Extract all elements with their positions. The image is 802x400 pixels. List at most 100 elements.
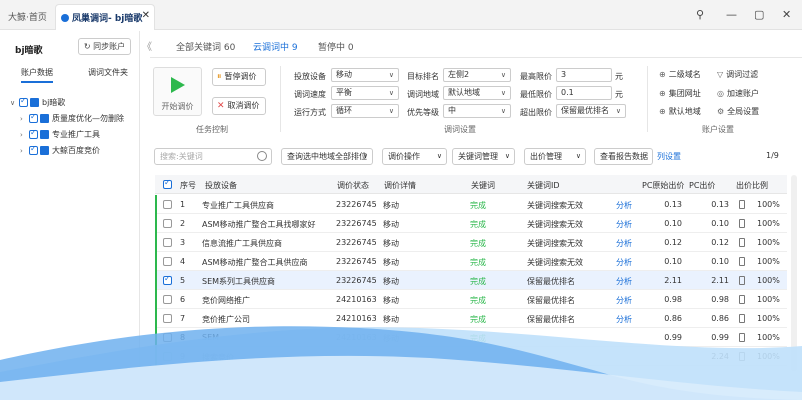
row-checkbox[interactable]: [163, 238, 172, 247]
row-checkbox[interactable]: [163, 257, 172, 266]
row-checkbox[interactable]: [163, 295, 172, 304]
subdomain-button[interactable]: ⊕ 二级域名: [659, 69, 701, 80]
accelerate-account-button[interactable]: ◎ 加速账户: [717, 88, 759, 99]
table-row[interactable]: 1 专业推广工具供应商 232267458 移动 完成 关键词搜索无效 分析 0.13 0.13…: [155, 195, 787, 214]
column-header[interactable]: 关键词: [471, 180, 495, 191]
cell-link[interactable]: 分析: [616, 276, 632, 287]
device-select[interactable]: 移动 ∨: [331, 68, 399, 82]
table-row[interactable]: 3 信息流推广工具供应商 232267458 移动 完成 关键词搜索无效 分析 0.12 0.1…: [155, 233, 787, 252]
table-row[interactable]: 4 ASM移动推广整合工具供应商 232267458 移动 完成 关键词搜索无效 分析 0.1…: [155, 252, 787, 271]
tab-home[interactable]: 大鲸·首页: [8, 10, 47, 23]
collapse-sidebar-icon[interactable]: 《: [142, 38, 152, 53]
cell-pc: 0.10: [711, 257, 729, 266]
cell-link[interactable]: 分析: [616, 257, 632, 268]
cell-device: 信息流推广工具供应商: [202, 239, 282, 248]
column-settings-link[interactable]: 列设置: [657, 151, 681, 162]
mobile-device-icon: [739, 352, 745, 363]
column-header[interactable]: 序号: [180, 180, 196, 191]
checkbox[interactable]: [29, 128, 38, 139]
pause-adjust-button[interactable]: ⏸ 暂停调价: [212, 68, 266, 86]
tab-cloud-adjusting[interactable]: 云调词中 9: [253, 40, 298, 53]
max-price-input[interactable]: 3: [556, 68, 612, 82]
region-select[interactable]: 默认地域 ∨: [443, 86, 511, 100]
checkbox[interactable]: [29, 144, 38, 155]
mobile-device-icon: [739, 333, 745, 344]
column-header[interactable]: 调价详情: [384, 180, 416, 191]
close-tab-icon[interactable]: ✕: [142, 10, 150, 21]
select-all-checkbox[interactable]: [163, 178, 172, 189]
column-header[interactable]: 关键词ID: [527, 180, 560, 191]
sync-account-button[interactable]: ↻ 同步账户: [78, 38, 131, 55]
cell-pc: 2.11: [711, 276, 729, 285]
cell-link[interactable]: 分析: [616, 200, 632, 211]
chevron-right-icon[interactable]: ›: [20, 115, 29, 123]
row-checkbox[interactable]: [163, 314, 172, 323]
cancel-adjust-button[interactable]: ✕ 取消调价: [212, 97, 266, 115]
tree-item-plan[interactable]: › 质量度优化—勿删除: [20, 112, 124, 127]
maximize-icon[interactable]: ▢: [754, 8, 764, 21]
tab-all-keywords[interactable]: 全部关键词 60: [176, 40, 235, 53]
table-row[interactable]: 6 竞价网络推广 242101630 移动 完成 保留最优排名 分析 0.98 0.98 100%: [155, 290, 787, 309]
chevron-down-icon[interactable]: ∨: [10, 99, 19, 107]
cell-link[interactable]: 分析: [616, 314, 632, 325]
price-action-dropdown[interactable]: 调价操作 ∨: [382, 148, 447, 165]
checkbox[interactable]: [29, 112, 38, 123]
chevron-right-icon[interactable]: ›: [20, 131, 29, 139]
cell-link[interactable]: 分析: [616, 295, 632, 306]
tree-item-plan[interactable]: › 大鲸百度竞价: [20, 144, 100, 159]
column-header[interactable]: PC出价: [689, 180, 715, 191]
cell-link[interactable]: 分析: [616, 219, 632, 230]
group-url-button[interactable]: ⊕ 集团网址: [659, 88, 701, 99]
mobile-device-icon: [739, 238, 745, 249]
cancel-label: 取消调价: [227, 101, 260, 110]
keyword-filter-button[interactable]: ▽ 调词过滤: [717, 69, 758, 80]
target-rank-select[interactable]: 左侧2 ∨: [443, 68, 511, 82]
priority-select[interactable]: 中 ∨: [443, 104, 511, 118]
view-report-button[interactable]: 查看报告数据: [594, 148, 653, 165]
cell-detail: 移动: [383, 201, 399, 210]
cell-ratio: 100%: [757, 238, 780, 247]
chevron-right-icon[interactable]: ›: [20, 147, 29, 155]
column-header[interactable]: 出价比例: [736, 180, 768, 191]
minimize-icon[interactable]: —: [726, 8, 737, 21]
row-status-bar: [155, 347, 157, 366]
tab-paused[interactable]: 暂停中 0: [318, 40, 354, 53]
row-checkbox[interactable]: [163, 200, 172, 209]
start-adjust-button[interactable]: 开始调价: [153, 67, 202, 116]
sync-label: 同步账户: [93, 42, 126, 51]
speed-select[interactable]: 平衡 ∨: [331, 86, 399, 100]
tree-item-plan[interactable]: › 专业推广工具: [20, 128, 100, 143]
over-limit-select[interactable]: 保留最优排名 ∨: [556, 104, 626, 118]
row-checkbox[interactable]: [163, 219, 172, 228]
keyword-management-dropdown[interactable]: 关键词管理 ∨: [452, 148, 515, 165]
row-checkbox[interactable]: [163, 333, 172, 342]
region-rank-query-button[interactable]: 查询选中地域全部排位 ∨: [281, 148, 373, 165]
bid-management-dropdown[interactable]: 出价管理 ∨: [524, 148, 586, 165]
column-header[interactable]: 投放设备: [205, 180, 237, 191]
pin-icon[interactable]: ⚲: [696, 8, 704, 21]
min-price-input[interactable]: 0.1: [556, 86, 612, 100]
checkbox[interactable]: [19, 96, 28, 107]
tree-item-account[interactable]: ∨ bj暗歌: [10, 96, 65, 111]
column-header[interactable]: PC原始出价: [642, 180, 684, 191]
close-window-icon[interactable]: ✕: [782, 8, 791, 21]
table-row[interactable]: 7 竞价推广公司 242101630 移动 完成 保留最优排名 分析 0.86 0.86 100%: [155, 309, 787, 328]
cell-link[interactable]: 分析: [616, 238, 632, 249]
table-scrollbar[interactable]: [791, 175, 797, 371]
search-input[interactable]: 搜索:关键词: [154, 148, 272, 165]
phone-icon: [739, 238, 745, 247]
tab-account-data[interactable]: 账户数据: [21, 67, 53, 83]
table-row[interactable]: 8 SEM 242101630 移动 完成 0.99 0.99 100%: [155, 328, 787, 347]
row-checkbox[interactable]: [163, 352, 172, 361]
table-row[interactable]: 9 搜索竞价 2.24 100%: [155, 347, 787, 366]
run-mode-select[interactable]: 循环 ∨: [331, 104, 399, 118]
cell-status: 232267458: [336, 238, 376, 247]
table-row[interactable]: 5 SEM系列工具供应商 232267458 移动 完成 保留最优排名 分析 2.11 2.11…: [155, 271, 787, 290]
global-settings-button[interactable]: ⚙ 全局设置: [717, 106, 759, 117]
tab-keyword-adjust[interactable]: 凤巢调词- bj暗歌 ✕: [55, 4, 155, 30]
tab-keyword-folder[interactable]: 调词文件夹: [88, 67, 128, 78]
default-region-button[interactable]: ⊕ 默认地域: [659, 106, 701, 117]
row-checkbox[interactable]: [163, 274, 172, 285]
column-header[interactable]: 调价状态: [337, 180, 369, 191]
table-row[interactable]: 2 ASM移动推广整合工具找哪家好 232267458 移动 完成 关键词搜索无效 分析 0.…: [155, 214, 787, 233]
